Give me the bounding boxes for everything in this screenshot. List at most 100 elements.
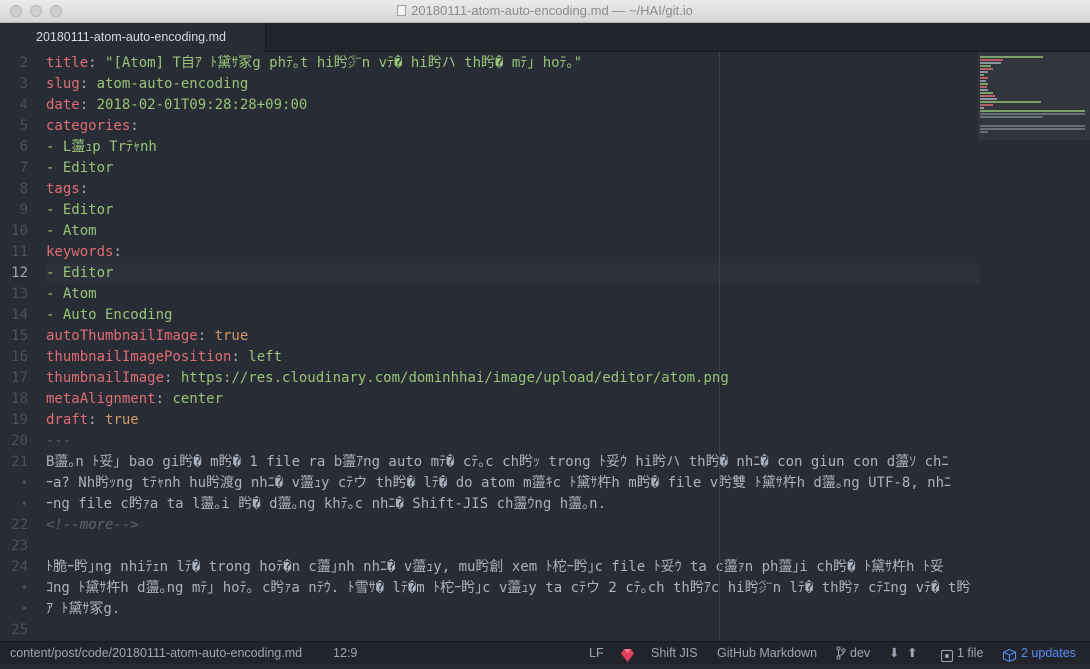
yaml-colon: : — [79, 97, 97, 113]
arrow-up-icon[interactable]: ⬆ — [907, 642, 917, 664]
document-icon — [397, 5, 407, 16]
code-line: ｰa? Nh盻ｯng tﾃｬnh hu盻渡g nhﾆ� v蘯ｭy cﾃウ th盻… — [46, 475, 952, 491]
line-ending-selector[interactable]: LF — [589, 642, 604, 664]
code-line: autoThumbnailImage: true — [46, 326, 248, 347]
yaml-key: autoThumbnailImage — [46, 328, 198, 344]
cursor-position[interactable]: 12:9 — [333, 642, 357, 664]
line-number: 11 — [11, 244, 28, 260]
code-line: - Atom — [46, 284, 97, 305]
line-number: 14 — [11, 307, 28, 323]
yaml-key: metaAlignment — [46, 391, 156, 407]
line-number: 13 — [11, 286, 28, 302]
minimap-line — [980, 74, 984, 76]
minimap-line — [980, 107, 984, 109]
minimap-line — [980, 131, 988, 133]
line-number: 17 — [11, 370, 28, 386]
yaml-list-item: - Auto Encoding — [46, 307, 173, 323]
window-title-text: 20180111-atom-auto-encoding.md — ~/HAI/g… — [411, 3, 693, 18]
yaml-value: atom-auto-encoding — [96, 76, 249, 92]
ruby-icon — [621, 647, 634, 662]
line-number: 6 — [19, 139, 28, 155]
yaml-value: "[Atom] T自ｱ ﾄ黛ｻ冢g phﾃ｡t hi盻㌻n vﾃ� hi盻ハ t… — [105, 55, 583, 71]
yaml-key: slug — [46, 76, 80, 92]
minimap-line — [980, 68, 993, 70]
minimap-line — [980, 116, 1043, 118]
yaml-key: thumbnailImage — [46, 370, 165, 386]
code-line: B蘯｡n ﾄ妥｣ bao gi盻� m盻� 1 file ra b蘯ｱng au… — [46, 454, 949, 470]
yaml-key: draft — [46, 412, 89, 428]
yaml-value: center — [172, 391, 224, 407]
code-line: <!--more--> — [46, 515, 139, 536]
line-number: 24 — [11, 559, 28, 575]
line-number-gutter: 2 3 4 5 6 7 8 9 10 11 12 13 14 15 16 17 18 19 20 21 • • 22 23 24… — [0, 52, 40, 641]
line-number: 22 — [11, 517, 28, 533]
yaml-value: true — [214, 328, 249, 344]
yaml-colon: : — [231, 349, 249, 365]
minimap-line — [980, 113, 1085, 115]
line-number: 19 — [11, 412, 28, 428]
window-title: 20180111-atom-auto-encoding.md — ~/HAI/g… — [0, 3, 1090, 18]
code-line: - L蘯ｭp Trﾃｬnh — [46, 137, 157, 158]
window-titlebar: 20180111-atom-auto-encoding.md — ~/HAI/g… — [0, 0, 1090, 23]
file-path[interactable]: content/post/code/20180111-atom-auto-enc… — [10, 642, 302, 664]
yaml-key: keywords — [46, 244, 114, 260]
tab-label: 20180111-atom-auto-encoding.md — [36, 30, 226, 44]
yaml-colon: : — [197, 328, 215, 344]
line-number: 15 — [11, 328, 28, 344]
yaml-value: https://res.cloudinary.com/dominhhai/ima… — [180, 370, 729, 386]
encoding-selector[interactable]: Shift JIS — [651, 642, 698, 664]
code-line: slug: atom-auto-encoding — [46, 74, 248, 95]
minimap-line — [980, 62, 1001, 64]
minimap-line — [980, 128, 1085, 130]
minimap[interactable] — [978, 52, 1090, 140]
wrap-indicator: • — [20, 602, 28, 616]
yaml-colon: : — [88, 55, 106, 71]
minimap-line — [980, 77, 988, 79]
yaml-list-item: - Editor — [46, 265, 114, 281]
minimap-line — [980, 71, 988, 73]
yaml-value: true — [105, 412, 139, 428]
package-updates[interactable]: 2 updates — [1021, 642, 1076, 664]
minimap-line — [980, 89, 988, 91]
status-bar: content/post/code/20180111-atom-auto-enc… — [0, 641, 1090, 664]
code-line: date: 2018-02-01T09:28:28+09:00 — [46, 95, 307, 116]
current-line-highlight — [46, 263, 980, 284]
yaml-key: categories — [46, 118, 131, 134]
code-line: ｰng file c盻ｧa ta l蘯｡i 盻� d蘯｡ng khﾃ｡c nhﾆ… — [46, 496, 607, 512]
line-number: 7 — [19, 160, 28, 176]
code-line: thumbnailImage: https://res.cloudinary.c… — [46, 368, 729, 389]
wrap-guide — [719, 52, 720, 641]
yaml-list-item: - Atom — [46, 286, 97, 302]
file-diff-icon — [941, 647, 953, 662]
minimap-line — [980, 65, 991, 67]
minimap-line — [980, 101, 1041, 103]
minimap-line — [980, 95, 995, 97]
yaml-value: 2018-02-01T09:28:28+09:00 — [96, 97, 308, 113]
yaml-list-item: - Atom — [46, 223, 97, 239]
minimap-line — [980, 110, 1085, 112]
yaml-key: title — [46, 55, 89, 71]
grammar-selector[interactable]: GitHub Markdown — [717, 642, 817, 664]
yaml-colon: : — [113, 244, 122, 260]
code-line: - Atom — [46, 221, 97, 242]
yaml-key: tags — [46, 181, 80, 197]
line-number: 4 — [19, 97, 28, 113]
package-icon — [1003, 647, 1016, 663]
wrap-indicator: • — [20, 497, 28, 511]
code-line: metaAlignment: center — [46, 389, 223, 410]
git-branch-icon — [836, 642, 846, 664]
tab-bar: 20180111-atom-auto-encoding.md — [0, 23, 1090, 52]
arrow-down-icon[interactable]: ⬇ — [889, 642, 899, 664]
text-editor[interactable]: 2 3 4 5 6 7 8 9 10 11 12 13 14 15 16 17 18 19 20 21 • • 22 23 24… — [0, 52, 1090, 641]
line-number: 10 — [11, 223, 28, 239]
minimap-line — [980, 86, 987, 88]
code-line: ｺng ﾄ黛ｻ杵h d蘯｡ng mﾃ｣ hoﾃ｡ c盻ｧa nﾃｳ. ﾄ雪ｻ� … — [46, 580, 971, 596]
tab-active-file[interactable]: 20180111-atom-auto-encoding.md — [0, 23, 266, 52]
yaml-key: thumbnailImagePosition — [46, 349, 232, 365]
git-branch[interactable]: dev — [850, 642, 870, 664]
code-line: - Editor — [46, 158, 113, 179]
yaml-value: left — [248, 349, 283, 365]
yaml-colon: : — [79, 181, 89, 197]
code-line: keywords: — [46, 242, 122, 263]
changed-files[interactable]: 1 file — [957, 642, 983, 664]
